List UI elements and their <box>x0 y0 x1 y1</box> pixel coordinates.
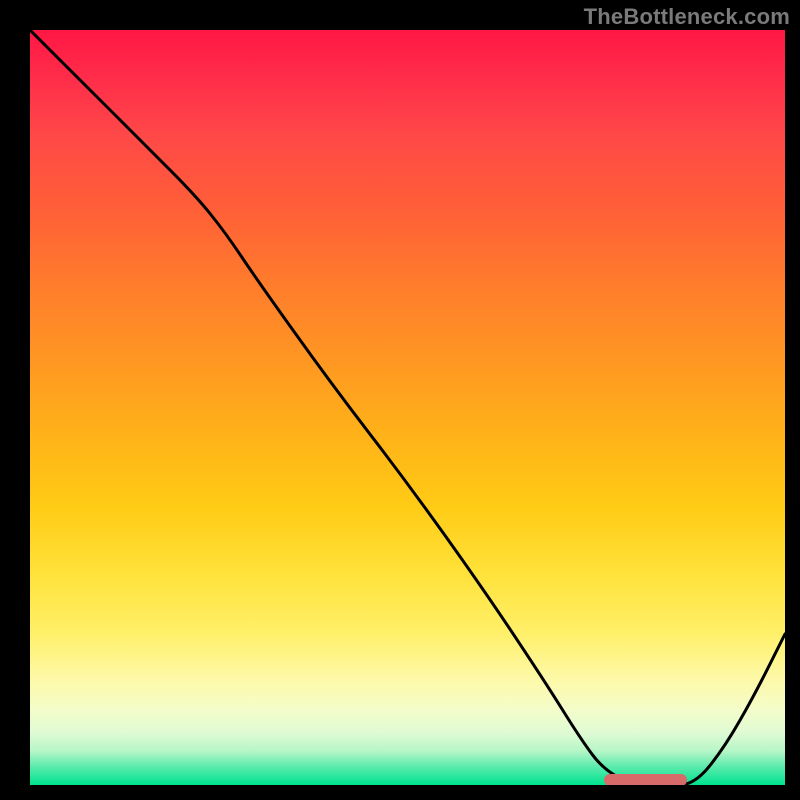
optimal-range-marker <box>604 774 687 785</box>
watermark-text: TheBottleneck.com <box>584 4 790 30</box>
chart-container: TheBottleneck.com <box>0 0 800 800</box>
plot-area <box>30 30 785 785</box>
bottleneck-curve <box>30 30 785 785</box>
